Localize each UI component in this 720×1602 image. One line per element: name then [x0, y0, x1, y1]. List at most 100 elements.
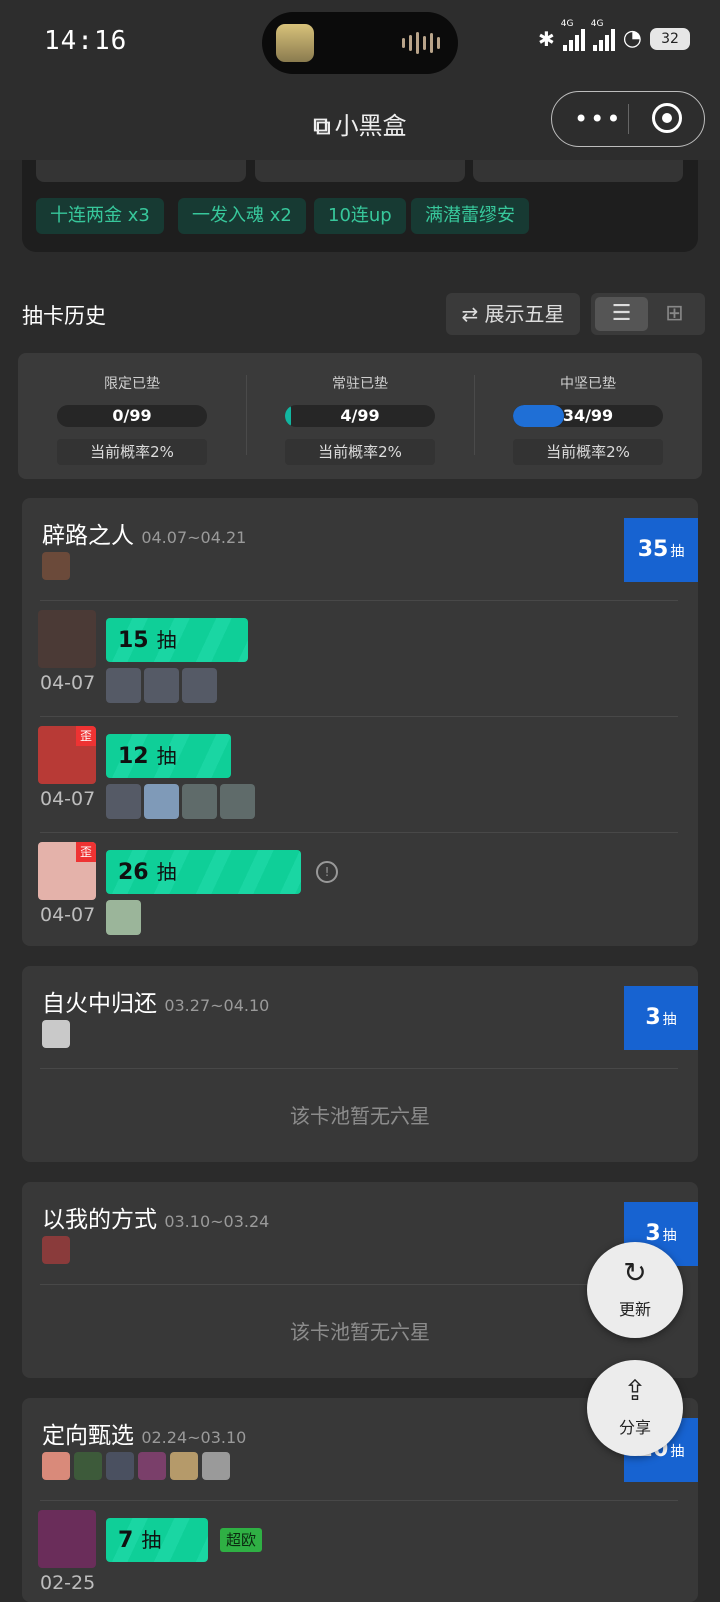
pool-name: 以我的方式 [42, 1207, 157, 1233]
pool-name: 辟路之人 [42, 523, 134, 549]
operator-avatar [38, 610, 96, 668]
divider [40, 832, 678, 833]
refresh-label: 更新 [618, 1300, 651, 1319]
pull-unit: 抽 [156, 860, 177, 884]
status-icons: ✱ 4G 4G ◔ 32 [538, 19, 690, 51]
pool-name: 定向甄选 [42, 1423, 134, 1449]
list-view-button[interactable]: ☰ [595, 297, 648, 331]
grid-view-icon: ⊞ [665, 301, 684, 326]
pool-count-badge: 3抽 [624, 986, 698, 1050]
pool-count: 3 [645, 1005, 661, 1030]
summary-slot [473, 160, 683, 182]
pull-unit: 抽 [156, 628, 177, 652]
luck-tag: 10连up [314, 198, 406, 234]
operator-chip [220, 784, 255, 819]
luck-tag: 十连两金 x3 [36, 198, 164, 234]
signal-icon: 4G [561, 19, 585, 51]
luck-tag: 一发入魂 x2 [178, 198, 306, 234]
summary-slot [36, 160, 246, 182]
operator-chip [144, 668, 179, 703]
operator-portrait [106, 1452, 134, 1480]
pity-label: 限定已垫 [104, 376, 160, 392]
mini-program-capsule: ••• [551, 91, 705, 147]
dynamic-island[interactable] [262, 12, 458, 74]
pull-count-bar: 7抽 [106, 1518, 208, 1562]
capsule-divider [628, 104, 629, 134]
pull-count: 12 [118, 744, 149, 769]
pool-count-unit: 抽 [662, 1228, 677, 1244]
app-title-text: 小黑盒 [334, 112, 407, 140]
operator-avatar: 歪 [38, 842, 96, 900]
pull-count: 26 [118, 860, 149, 885]
divider [40, 1284, 678, 1285]
refresh-button[interactable]: ↻ 更新 [587, 1242, 683, 1338]
operator-portrait [138, 1452, 166, 1480]
status-time: 14:16 [44, 26, 128, 56]
operator-avatar [38, 1510, 96, 1568]
view-toggle: ☰ ⊞ [591, 293, 705, 335]
network-type: 4G [560, 18, 574, 29]
operator-chip [182, 668, 217, 703]
pity-rate: 当前概率2% [513, 439, 663, 465]
pity-value: 4/99 [340, 406, 380, 425]
share-label: 分享 [618, 1418, 651, 1437]
share-button[interactable]: ⇪ 分享 [587, 1360, 683, 1456]
pity-label: 常驻已垫 [332, 376, 388, 392]
pity-label: 中坚已垫 [560, 376, 616, 392]
empty-pool-text: 该卡池暂无六星 [290, 1104, 430, 1128]
divider [40, 716, 678, 717]
pity-bar: 0/99 [57, 405, 207, 427]
grid-view-button[interactable]: ⊞ [648, 297, 701, 331]
off-banner-badge: 歪 [76, 726, 96, 746]
pool-count-unit: 抽 [662, 1012, 677, 1028]
operator-portrait [74, 1452, 102, 1480]
pool-name: 自火中归还 [42, 991, 157, 1017]
luck-tag: 满潜蕾缪安 [411, 198, 529, 234]
pool-date: 03.27~04.10 [164, 996, 270, 1015]
operator-chip [182, 784, 217, 819]
divider [40, 1068, 678, 1069]
operator-portrait [170, 1452, 198, 1480]
pity-panel: 限定已垫 0/99 当前概率2% 常驻已垫 4/99 当前概率2% 中坚已垫 3… [18, 353, 702, 479]
signal-icon-2: 4G [591, 19, 615, 51]
divider [40, 1500, 678, 1501]
operator-portrait [42, 1452, 70, 1480]
record-date: 02-25 [40, 1572, 96, 1594]
pity-rate: 当前概率2% [285, 439, 435, 465]
pool-count: 3 [645, 1221, 661, 1246]
pool-title: 辟路之人 04.07~04.21 [42, 516, 246, 550]
target-icon[interactable] [652, 103, 682, 133]
more-dots-icon[interactable]: ••• [574, 105, 622, 133]
record-date: 04-07 [40, 672, 96, 694]
pool-card[interactable]: 辟路之人 04.07~04.21 35 抽 15 抽 04-07 歪 12 抽 04-… [22, 498, 698, 946]
show-five-star-button[interactable]: ⇄ 展示五星 [446, 293, 580, 335]
operator-chip [144, 784, 179, 819]
info-icon[interactable]: ! [316, 861, 338, 883]
pity-limited: 限定已垫 0/99 当前概率2% [18, 353, 246, 479]
pull-unit: 抽 [141, 1528, 162, 1552]
record-date: 04-07 [40, 904, 96, 926]
summary-slot [255, 160, 465, 182]
pull-count-bar: 12 抽 [106, 734, 231, 778]
pool-title: 定向甄选 02.24~03.10 [42, 1416, 246, 1450]
pity-value: 0/99 [112, 406, 152, 425]
pity-value: 34/99 [562, 406, 614, 425]
pool-date: 02.24~03.10 [141, 1428, 247, 1447]
battery-icon: 32 [650, 27, 690, 50]
pity-bar: 4/99 [285, 405, 435, 427]
pull-count-bar: 15 抽 [106, 618, 248, 662]
pool-title: 自火中归还 03.27~04.10 [42, 984, 269, 1018]
logo-icon: ⧉ [313, 112, 331, 140]
refresh-icon: ↻ [623, 1256, 647, 1289]
operator-portrait [42, 552, 70, 580]
history-title: 抽卡历史 [22, 304, 106, 328]
pull-count: 7 [118, 1528, 134, 1553]
record-date: 04-07 [40, 788, 96, 810]
pull-count-bar: 26 抽 [106, 850, 301, 894]
operator-chip [106, 784, 141, 819]
pool-card[interactable]: 自火中归还 03.27~04.10 3抽 该卡池暂无六星 [22, 966, 698, 1162]
network-type-2: 4G [590, 18, 604, 29]
operator-portrait [42, 1020, 70, 1048]
pity-bar: 34/99 [513, 405, 663, 427]
operator-chip [106, 900, 141, 935]
